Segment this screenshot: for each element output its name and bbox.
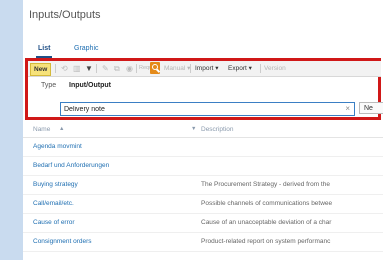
sort-ascending-icon[interactable]: ▲ — [59, 126, 64, 132]
row-name[interactable]: Consignment orders — [33, 238, 92, 245]
toolbar-divider — [55, 64, 56, 73]
type-row: Type Input/Output — [28, 76, 381, 96]
toolbar-divider — [190, 64, 191, 73]
tab-graphic[interactable]: Graphic — [74, 45, 99, 52]
table-body: Agenda movmint Bedarf und Anforderungen … — [23, 138, 383, 252]
row-description: Possible channels of communications betw… — [201, 200, 333, 207]
import-menu[interactable]: Import ▾ — [195, 63, 219, 74]
row-name[interactable]: Agenda movmint — [33, 143, 82, 150]
toolbar-divider — [260, 64, 261, 73]
search-field[interactable]: × — [60, 102, 355, 116]
edit-icon[interactable]: ✎ — [102, 63, 109, 74]
column-header-name[interactable]: Name — [33, 126, 50, 133]
view-tabs: List Graphic — [23, 40, 383, 58]
type-label: Type — [41, 82, 57, 89]
new-button[interactable]: New — [30, 63, 52, 76]
filter-icon[interactable]: ▼ — [85, 63, 93, 74]
delete-icon[interactable]: ▥ — [73, 63, 81, 74]
search-input[interactable] — [64, 103, 334, 115]
toolbar-divider — [96, 64, 97, 73]
row-description: Cause of an unacceptable deviation of a … — [201, 219, 332, 226]
row-name[interactable]: Cause of error — [33, 219, 75, 226]
version-button[interactable]: Version — [264, 63, 286, 74]
view-icon[interactable]: ◉ — [126, 63, 133, 74]
row-description: The Procurement Strategy - derived from … — [201, 181, 330, 188]
search-icon[interactable] — [150, 62, 160, 74]
export-menu[interactable]: Export ▾ — [228, 63, 252, 74]
type-value[interactable]: Input/Output — [69, 82, 111, 89]
refresh-icon[interactable]: ⟲ — [61, 63, 68, 74]
toolbar-divider — [136, 64, 137, 73]
tab-list[interactable]: List — [35, 45, 53, 58]
next-button[interactable]: Ne — [359, 102, 383, 114]
row-name[interactable]: Buying strategy — [33, 181, 78, 188]
page-title: Inputs/Outputs — [29, 9, 101, 21]
table-row[interactable]: Cause of error Cause of an unacceptable … — [23, 214, 383, 233]
table-row[interactable]: Buying strategy The Procurement Strategy… — [23, 176, 383, 195]
row-name[interactable]: Bedarf und Anforderungen — [33, 162, 109, 169]
table-header: Name ▲ ▼ Description — [23, 123, 383, 138]
close-icon[interactable]: × — [345, 103, 350, 115]
row-description: Product-related report on system perform… — [201, 238, 331, 245]
toolbar: New ⟲ ▥ ▼ ✎ ⧉ ◉ Request Manual ▾ Import … — [28, 61, 381, 77]
main-panel: Inputs/Outputs List Graphic New ⟲ ▥ ▼ ✎ … — [23, 0, 383, 260]
table-row[interactable]: Bedarf und Anforderungen — [23, 157, 383, 176]
table-row[interactable]: Call/email/etc. Possible channels of com… — [23, 195, 383, 214]
copy-icon[interactable]: ⧉ — [114, 63, 120, 74]
column-header-description[interactable]: Description — [201, 126, 234, 133]
table-row[interactable]: Agenda movmint — [23, 138, 383, 157]
sort-toggle-icon[interactable]: ▼ — [191, 126, 196, 132]
manual-button[interactable]: Manual ▾ — [164, 63, 190, 74]
row-name[interactable]: Call/email/etc. — [33, 200, 74, 207]
table-row[interactable]: Consignment orders Product-related repor… — [23, 233, 383, 252]
